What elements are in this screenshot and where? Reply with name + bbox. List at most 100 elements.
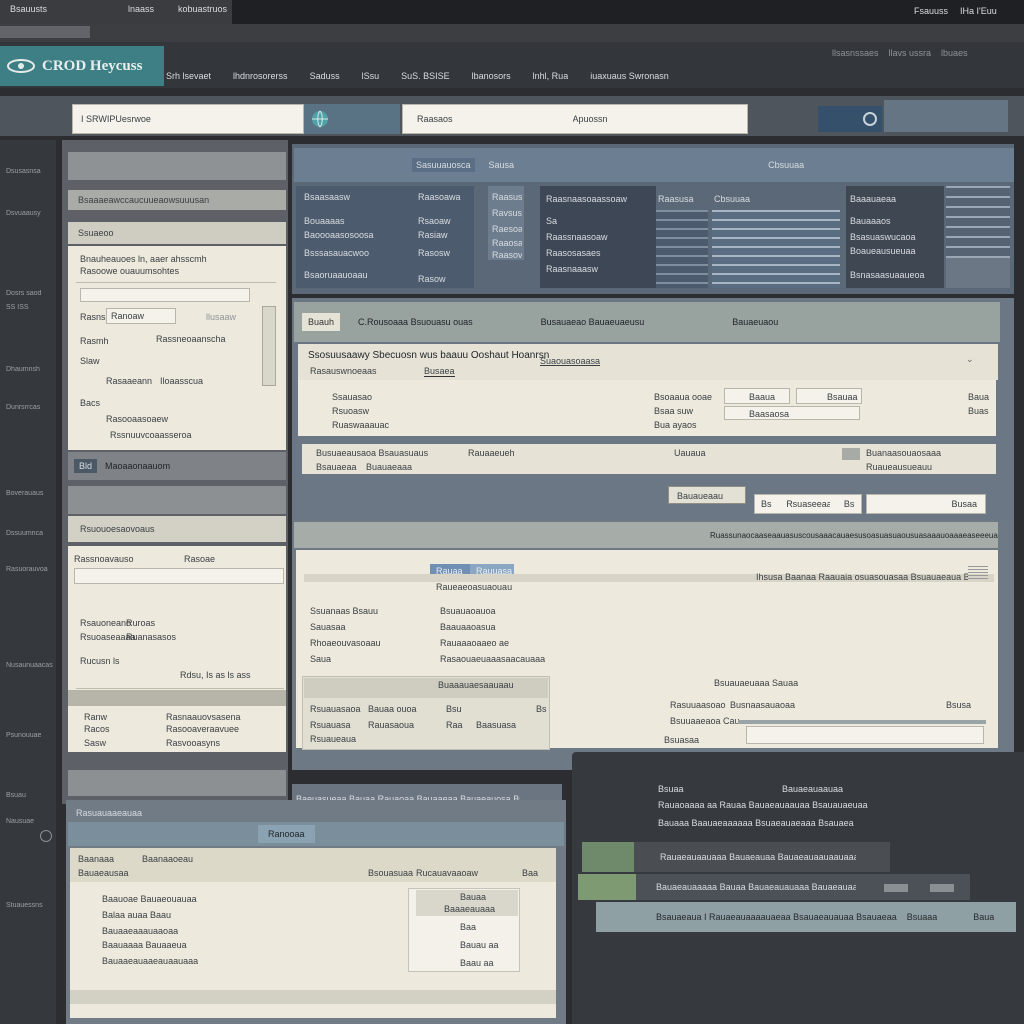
grid-col7 (946, 186, 1010, 258)
lower-chip-sub: Raueaeoasuaouau (436, 582, 513, 592)
info-v2-field[interactable]: Baaua (724, 388, 790, 404)
bottom-col: Bsouasuaa (368, 868, 414, 878)
lower-right-value: Bsusa (946, 700, 972, 710)
lower-slider-track[interactable] (738, 720, 986, 724)
sidebar-item[interactable]: Bsuau (6, 792, 56, 800)
menu-item[interactable]: SuS. BSISE (401, 71, 450, 81)
form-label: Rasmh (80, 336, 109, 346)
tax-r5: Ruaueausueauu (866, 462, 933, 472)
menu-item[interactable]: Srh lsevaet (166, 71, 211, 81)
grid-left-row: Bsaasaasw (304, 192, 351, 202)
br-line-2: Bauaaa Baauaeaaaaaa Bsuaeauaeaaa Bsauaea… (658, 818, 854, 828)
lower-field-value: Bsuauaoauoa (440, 606, 496, 616)
search-input[interactable]: I SRWIPUesrwoe (72, 104, 304, 134)
bottom-side-row: Bauau aa (460, 940, 499, 950)
orbit-icon (7, 59, 35, 73)
br-footer-right[interactable]: Bsuaaa (907, 912, 938, 922)
detail-tab-right: Bauaeuaou (732, 317, 779, 327)
bottom-tab[interactable]: Ranooaa (258, 825, 315, 843)
info-v2-field[interactable]: Baasaosa (724, 406, 860, 420)
menu-right-item[interactable]: llsasnssaes (832, 48, 879, 58)
br-bar-2-chip[interactable] (884, 884, 908, 892)
menu-item[interactable]: lhdnrosorerss (233, 71, 288, 81)
top-tab-1[interactable]: Bsauusts (10, 4, 47, 14)
sidebar-item[interactable]: Psunouuae (6, 732, 56, 740)
detail-tab-title[interactable]: C.Rousoaaa Bsuouasu ouas (358, 317, 473, 327)
menu-item[interactable]: lSsu (362, 71, 380, 81)
sidebar-item[interactable]: Dssuumnca (6, 530, 56, 538)
search-extra[interactable] (884, 100, 1008, 132)
left-scrollbar[interactable] (262, 306, 276, 386)
top-tab-3[interactable]: kobuastruos (178, 4, 227, 14)
list-a: Rucusn ls (80, 656, 120, 666)
sidebar-item[interactable]: Dosrs saod (6, 290, 56, 298)
bottom-side-row: Baa (460, 922, 477, 932)
br-bar-1-text: Rauaeauaauaaa Bauaeauaa Bauaeauaauaauaaa (660, 852, 856, 862)
form-extra: llusaaw (206, 312, 237, 322)
logo[interactable]: CROD Heycuss (0, 46, 164, 86)
lower-scroll-icon[interactable] (968, 566, 988, 580)
detail-heading-link[interactable]: Suaouasoaasa (540, 356, 600, 366)
tax-chip[interactable] (842, 448, 860, 460)
menu-right-item[interactable]: lbuaes (941, 48, 968, 58)
menu-item[interactable]: lnhl, Rua (533, 71, 569, 81)
detail-select[interactable]: Bauaueaau (668, 486, 746, 504)
form-value: Rssnuuvcoaasseroa (110, 430, 192, 440)
bottom-col: Baa (522, 868, 539, 878)
bottom-col: Baanaaa (78, 854, 115, 864)
left-form-field[interactable] (80, 288, 250, 302)
menu-right-item[interactable]: llavs ussra (889, 48, 932, 58)
sidebar-item[interactable]: Nusaunuaacas (6, 662, 56, 670)
sidebar-item[interactable]: Stuauessns (6, 902, 56, 910)
lower-right-input[interactable]: Bsuasaa (660, 734, 744, 748)
grid-col6-row: Bsasuaswucaoa (850, 232, 916, 242)
menu-item[interactable]: lbanosors (472, 71, 511, 81)
sidebar-item[interactable]: SS ISS (6, 304, 56, 312)
left-panel-header (68, 152, 286, 180)
sidebar-item[interactable]: Dsusasnsa (6, 168, 56, 176)
menu-item[interactable]: Saduss (310, 71, 340, 81)
sidebar-item[interactable]: Nausuae (6, 818, 56, 826)
grid-col6-row: Bsnasaasuaaueoa (850, 270, 925, 280)
lower-right-field[interactable] (746, 726, 984, 744)
sidebar-item[interactable]: Dsvuaausy (6, 210, 56, 218)
sub-a: Rsuaueaua (310, 734, 357, 744)
top-tab-2[interactable]: lnaass (128, 4, 154, 14)
search-go-button[interactable] (818, 106, 882, 132)
bottom-left-head: Rasuauaaeauaa (76, 808, 143, 818)
menu-item[interactable]: iuaxuaus Swronasn (590, 71, 669, 81)
br-footer-far[interactable]: Baua (973, 912, 994, 922)
grid-left-val: Rasosw (418, 248, 451, 258)
field1-label: Bsu (761, 499, 772, 509)
detail-field-1[interactable]: Bsu Rsuaseeaaaae Bsu (754, 494, 862, 514)
grid-left-val: Rasiaw (418, 230, 448, 240)
ring-icon (863, 112, 877, 126)
top-right-2[interactable]: IHa I'Euu (960, 6, 997, 16)
search-filter[interactable]: Raasaos Apuossn (402, 104, 748, 134)
sidebar-item[interactable]: Dunrsrrcas (6, 404, 56, 412)
top-right-1[interactable]: Fsauuss (914, 6, 948, 16)
grid-col3-head: Raasnaasoaassoaw (546, 194, 628, 204)
detail-field-2[interactable]: Busaa (866, 494, 986, 514)
globe-icon (312, 110, 328, 128)
grid-col4-head: Raasusa (658, 194, 694, 204)
left-form-card (68, 246, 286, 450)
br-bar-2-chip[interactable] (930, 884, 954, 892)
lower-field-value: Baauaaoasua (440, 622, 496, 632)
detail-dropdown-icon[interactable]: ⌄ (966, 354, 976, 364)
grid-col5-data (712, 210, 840, 288)
sidebar-dot-icon[interactable] (40, 830, 52, 842)
sidebar-item[interactable]: Boverauaus (6, 490, 56, 498)
search-chip[interactable] (304, 104, 400, 134)
left-note-2: Rasoowe ouauumsohtes (80, 266, 180, 276)
grid-col6-head: Baaauaeaa (850, 194, 897, 204)
sidebar-item[interactable]: Rasuorauvoa (6, 566, 56, 574)
form-value[interactable]: Ranoaw (106, 308, 176, 324)
sub-d: Bs (536, 704, 547, 714)
list-input[interactable] (74, 568, 284, 584)
sub-b: Rauasaoua (368, 720, 415, 730)
detail-tab-badge[interactable]: Buauh (302, 313, 341, 331)
sidebar-item[interactable]: Dhaumnsh (6, 366, 56, 374)
info-v3-field[interactable]: Bsauaa (796, 388, 862, 404)
grid-left-row: Bsaoruaauoaau (304, 270, 368, 280)
